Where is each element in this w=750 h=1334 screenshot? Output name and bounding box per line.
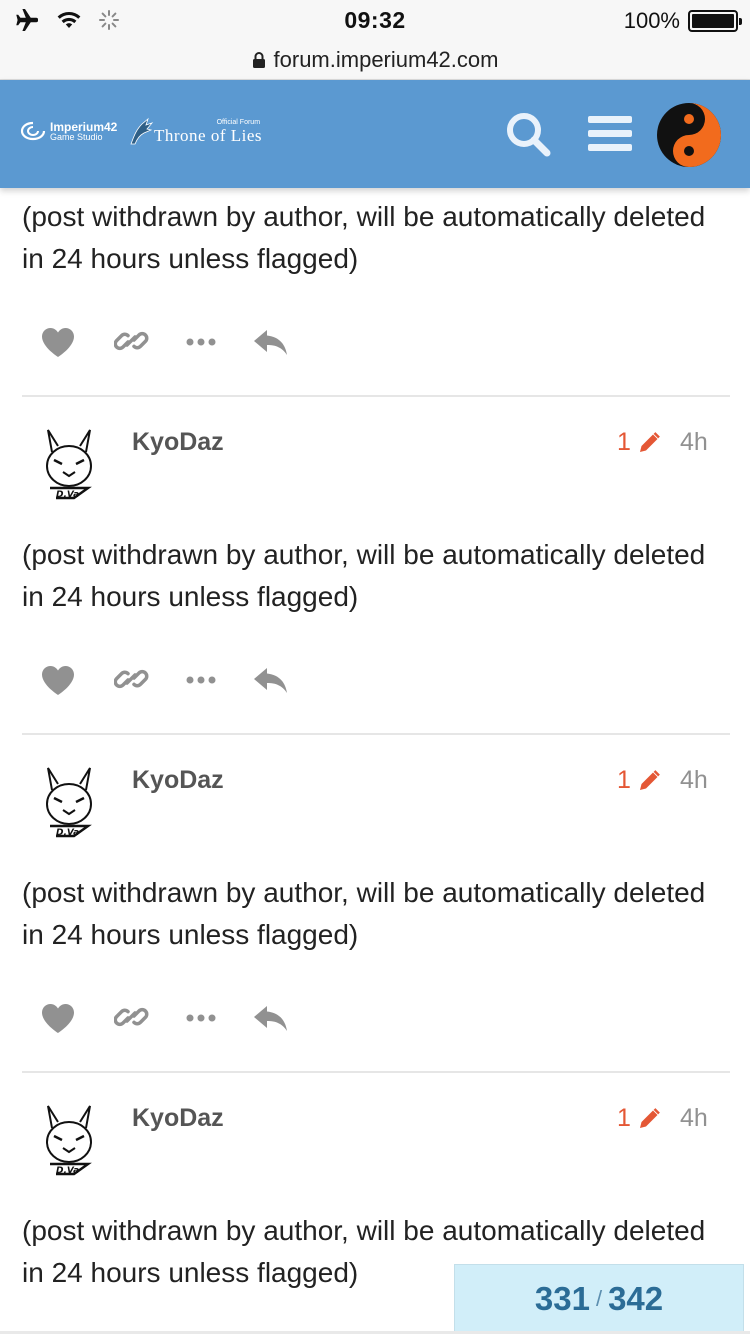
edit-count: 1 [617,1104,631,1132]
imperium42-swirl-icon [20,121,46,141]
more-dots-icon[interactable] [186,1002,216,1034]
edit-count: 1 [617,428,631,456]
edit-count: 1 [617,766,631,794]
site-header: Imperium42 Game Studio Official Forum Th… [0,80,750,188]
edit-history-indicator[interactable]: 1 [617,766,661,795]
post-divider [22,733,730,735]
svg-text:D.Va: D.Va [56,490,79,500]
edit-history-indicator[interactable]: 1 [617,1104,661,1133]
share-link-icon[interactable] [114,326,150,358]
more-dots-icon[interactable] [186,664,216,696]
like-heart-icon[interactable] [40,664,76,696]
post-body: (post withdrawn by author, will be autom… [22,201,706,274]
svg-text:D.Va: D.Va [56,1166,79,1176]
dragon-icon [130,117,154,145]
status-bar: 09:32 100% [0,0,750,40]
post-username[interactable]: KyoDaz [132,766,224,795]
user-avatar[interactable]: D.Va [42,1104,96,1182]
edit-history-indicator[interactable]: 1 [617,428,661,457]
yin-yang-avatar[interactable] [656,102,722,168]
progress-current: 331 [534,1280,590,1317]
pencil-icon [639,769,660,790]
share-link-icon[interactable] [114,1002,150,1034]
post-divider [22,1071,730,1073]
like-heart-icon[interactable] [40,1002,76,1034]
search-icon[interactable] [504,110,552,158]
pencil-icon [639,1107,660,1128]
topic-progress[interactable]: 331 / 342 [454,1264,744,1334]
post-divider [22,395,730,397]
imperium42-logo-main: Imperium42 [50,119,118,134]
like-heart-icon[interactable] [40,326,76,358]
battery-icon [688,10,742,32]
throne-of-lies-logo-main: Throne of Lies [154,126,263,145]
svg-text:D.Va: D.Va [56,828,79,838]
pencil-icon [639,431,660,452]
throne-of-lies-logo-sub: Official Forum [216,119,261,126]
imperium42-logo[interactable]: Imperium42 Game Studio [20,120,117,142]
status-right: 100% [623,8,742,34]
progress-total: 342 [608,1280,664,1317]
post-body: (post withdrawn by author, will be autom… [22,539,706,612]
post-username[interactable]: KyoDaz [132,428,224,457]
post-age[interactable]: 4h [680,1104,708,1133]
hamburger-menu-icon[interactable] [588,115,632,153]
post-body: (post withdrawn by author, will be autom… [22,877,706,950]
user-avatar[interactable]: D.Va [42,428,96,506]
url-text[interactable]: forum.imperium42.com [274,47,499,73]
throne-of-lies-logo[interactable]: Official Forum Throne of Lies [128,116,262,146]
reply-arrow-icon[interactable] [252,664,290,698]
reply-arrow-icon[interactable] [252,1002,290,1036]
post-age[interactable]: 4h [680,428,708,457]
lock-icon [252,51,265,68]
post-age[interactable]: 4h [680,766,708,795]
share-link-icon[interactable] [114,664,150,696]
address-bar[interactable]: forum.imperium42.com [0,40,750,80]
user-avatar[interactable]: D.Va [42,766,96,844]
progress-separator: / [595,1286,603,1311]
reply-arrow-icon[interactable] [252,326,290,360]
imperium42-logo-sub: Game Studio [50,131,103,142]
post-username[interactable]: KyoDaz [132,1104,224,1133]
more-dots-icon[interactable] [186,326,216,358]
battery-percent: 100% [623,8,680,33]
